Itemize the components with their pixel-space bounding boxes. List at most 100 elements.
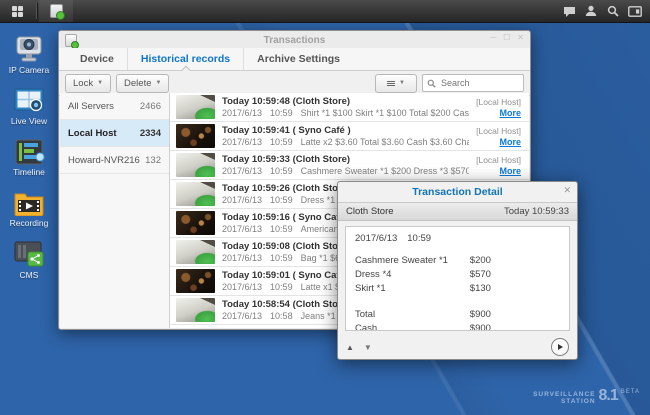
record-time: 10:58 (270, 311, 293, 321)
record-date: 2017/6/13 (222, 282, 262, 292)
tab-historical-records[interactable]: Historical records (127, 48, 243, 70)
sidebar-item-recording[interactable]: Recording (1, 190, 57, 228)
detail-item-name: Cashmere Sweater *1 (355, 254, 470, 268)
popup-store-header: Cloth Store Today 10:59:33 (338, 202, 577, 221)
record-time: 10:59 (270, 195, 293, 205)
main-menu-button[interactable] (0, 0, 34, 22)
window-titlebar[interactable]: Transactions ─ ☐ ✕ (59, 31, 530, 48)
record-date: 2017/6/13 (222, 253, 262, 263)
server-count: 132 (145, 155, 161, 166)
previous-record-icon[interactable]: ▲ (346, 343, 354, 352)
widgets-icon (628, 6, 642, 17)
record-thumbnail (176, 298, 215, 322)
record-summary: Cashmere Sweater *1 $200 Dress *3 $570 S… (301, 166, 470, 176)
search-icon (607, 5, 619, 17)
desktop-sidebar: IP Camera Live View Timeline (0, 22, 58, 415)
popup-bottom-bar: ▲ ▼ (338, 335, 577, 359)
detail-content: 2017/6/13 10:59 Cashmere Sweater *1$200Dr… (345, 226, 570, 331)
chevron-down-icon: ▼ (97, 80, 103, 86)
detail-item-name: Cash (355, 322, 470, 331)
record-time: 10:59 (270, 137, 293, 147)
record-time: 10:59 (270, 166, 293, 176)
close-icon[interactable]: ✕ (563, 185, 571, 196)
detail-date: 2017/6/13 (355, 233, 397, 244)
sort-icon (387, 81, 395, 86)
record-time: 10:59 (270, 282, 293, 292)
next-record-icon[interactable]: ▼ (364, 343, 372, 352)
record-title: Today 10:59:41 ( Syno Café ) (222, 125, 469, 136)
play-button[interactable] (551, 338, 569, 356)
record-more-link[interactable]: More (499, 137, 521, 147)
beta-badge: BETA (621, 389, 640, 395)
detail-item-name: Skirt *1 (355, 282, 470, 296)
record-summary: Latte x2 $3.60 Total $3.60 Cash $3.60 Ch… (301, 137, 470, 147)
transaction-record[interactable]: Today 10:59:41 ( Syno Café ) 2017/6/1310… (170, 122, 529, 151)
transaction-record[interactable]: Today 10:59:33 (Cloth Store) 2017/6/1310… (170, 151, 529, 180)
detail-line: Cashmere Sweater *1$200 (355, 254, 560, 268)
detail-time: 10:59 (407, 233, 431, 244)
record-more-link[interactable]: More (499, 108, 521, 118)
taskbar-separator (36, 3, 37, 19)
close-icon[interactable]: ✕ (517, 33, 524, 43)
sidebar-item-timeline[interactable]: Timeline (1, 139, 57, 177)
record-thumbnail (176, 211, 215, 235)
record-thumbnail (176, 182, 215, 206)
record-title: Today 10:59:33 (Cloth Store) (222, 154, 469, 165)
detail-item-name: Total (355, 308, 470, 322)
store-time: Today 10:59:33 (504, 206, 569, 217)
widgets-button[interactable] (624, 0, 646, 22)
user-button[interactable] (580, 0, 602, 22)
chat-button[interactable] (558, 0, 580, 22)
detail-item-value: $900 (470, 322, 491, 331)
record-date: 2017/6/13 (222, 195, 262, 205)
delete-button[interactable]: Delete▼ (116, 74, 169, 93)
server-item-howard-nvr216[interactable]: Howard-NVR216 132 (60, 147, 169, 174)
sidebar-item-label: IP Camera (9, 65, 49, 75)
record-thumbnail (176, 95, 215, 119)
branding: SURVEILLANCE STATION 8.1 BETA (533, 388, 640, 405)
search-input[interactable] (439, 77, 513, 89)
minimize-icon[interactable]: ─ (490, 33, 496, 43)
tab-device[interactable]: Device (67, 48, 127, 70)
record-thumbnail (176, 269, 215, 293)
search-box[interactable] (422, 74, 524, 92)
detail-item-value: $900 (470, 308, 491, 322)
popup-titlebar[interactable]: Transaction Detail ✕ (338, 182, 577, 202)
tab-archive-settings[interactable]: Archive Settings (243, 48, 353, 70)
main-menu-icon (12, 6, 23, 17)
popup-title: Transaction Detail (412, 186, 502, 198)
detail-item-name: Dress *4 (355, 268, 470, 282)
server-item-all-servers[interactable]: All Servers 2466 (60, 93, 169, 120)
detail-line: Total$900 (355, 308, 560, 322)
server-count: 2466 (140, 101, 161, 112)
sidebar-item-label: CMS (20, 270, 39, 280)
sidebar-item-live-view[interactable]: Live View (1, 88, 57, 126)
version-number: 8.1 (599, 388, 618, 404)
record-time: 10:59 (270, 224, 293, 234)
sidebar-item-cms[interactable]: CMS (1, 241, 57, 280)
record-time: 10:59 (270, 108, 293, 118)
record-date: 2017/6/13 (222, 224, 262, 234)
sidebar-item-ip-camera[interactable]: IP Camera (1, 36, 57, 75)
window-title: Transactions (59, 35, 530, 46)
record-thumbnail (176, 153, 215, 177)
lock-button[interactable]: Lock▼ (65, 74, 111, 93)
detail-item-value: $130 (470, 282, 491, 296)
transaction-record[interactable]: Today 10:59:48 (Cloth Store) 2017/6/1310… (170, 93, 529, 122)
record-more-link[interactable]: More (499, 166, 521, 176)
live-view-icon (12, 88, 46, 114)
server-count: 2334 (140, 128, 161, 139)
detail-lines: Cashmere Sweater *1$200Dress *4$570Skirt… (355, 254, 560, 331)
server-item-local-host[interactable]: Local Host 2334 (60, 120, 169, 147)
maximize-icon[interactable]: ☐ (503, 33, 510, 43)
search-icon (427, 79, 436, 88)
record-date: 2017/6/13 (222, 311, 262, 321)
chevron-down-icon: ▼ (399, 80, 405, 86)
record-host-badge: [Local Host] (476, 97, 521, 107)
search-button[interactable] (602, 0, 624, 22)
detail-item-value: $200 (470, 254, 491, 268)
record-host-badge: [Local Host] (476, 126, 521, 136)
transactions-app-task-button[interactable] (39, 0, 73, 22)
desktop: IP Camera Live View Timeline (0, 0, 650, 415)
sort-options-button[interactable]: ▼ (375, 74, 417, 93)
